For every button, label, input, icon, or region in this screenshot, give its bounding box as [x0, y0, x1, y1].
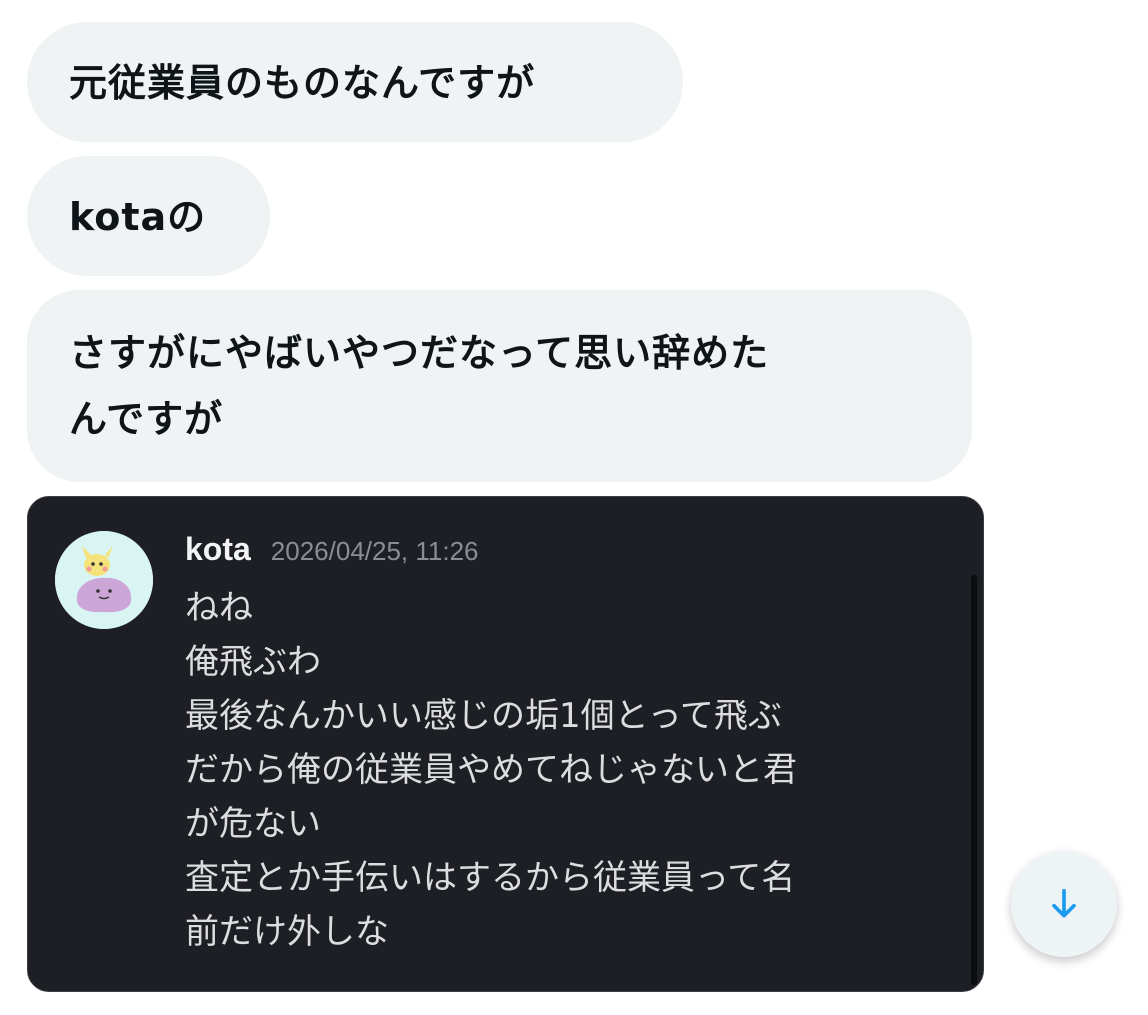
embed-line: 俺飛ぶわ — [185, 642, 321, 682]
embed-line: ねね — [185, 588, 253, 628]
arrow-down-icon — [1052, 888, 1076, 918]
message-bubble-2: kotaの — [27, 156, 270, 276]
message-text-line: んですが — [69, 397, 224, 441]
timestamp: 2026/04/25, 11:26 — [270, 536, 479, 566]
scroll-to-bottom-button[interactable] — [1011, 851, 1117, 957]
message-text-line: さすがにやばいやつだなって思い辞めた — [69, 331, 770, 375]
embed-header: kota 2026/04/25, 11:26 — [185, 531, 479, 577]
avatar-icon — [55, 531, 153, 629]
embed-line: 最後なんかいい感じの垢1個とって飛ぶ — [185, 696, 782, 736]
embedded-screenshot-card: kota 2026/04/25, 11:26 ねね 俺飛ぶわ 最後なんかいい感じの… — [27, 496, 984, 992]
message-bubble-1: 元従業員のものなんですが — [27, 22, 683, 142]
embed-scrollbar — [971, 575, 977, 985]
author-name: kota — [185, 531, 251, 567]
embed-line: だから俺の従業員やめてねじゃないと君 — [185, 750, 797, 790]
embed-line: 前だけ外しな — [185, 912, 389, 952]
message-bubble-3: さすがにやばいやつだなって思い辞めた んですが — [27, 290, 972, 482]
embed-line: 査定とか手伝いはするから従業員って名 — [185, 858, 796, 898]
message-text: kotaの — [69, 195, 207, 239]
message-text: 元従業員のものなんですが — [69, 61, 536, 105]
embed-message-body: ねね 俺飛ぶわ 最後なんかいい感じの垢1個とって飛ぶ だから俺の従業員やめてねじ… — [185, 581, 945, 959]
embed-line: が危ない — [185, 804, 321, 844]
